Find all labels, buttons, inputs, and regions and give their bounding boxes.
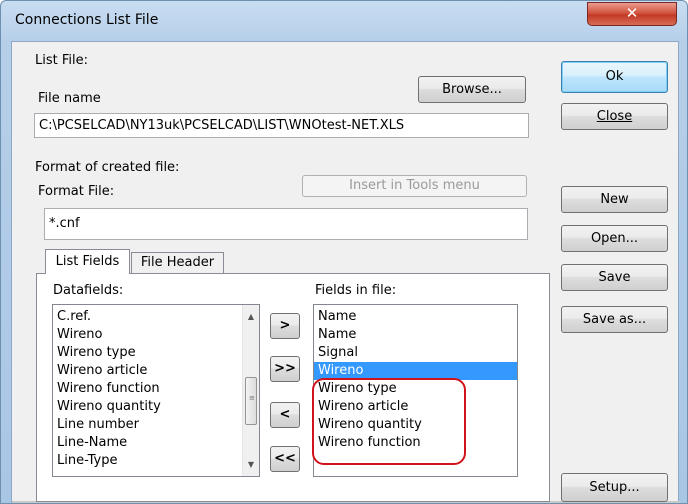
save-button[interactable]: Save xyxy=(561,264,668,291)
scroll-thumb[interactable]: ≡ xyxy=(245,377,257,425)
annotation-highlight xyxy=(312,378,466,465)
list-item[interactable]: Line-Name xyxy=(53,434,259,452)
list-file-label: List File: xyxy=(35,53,88,68)
new-button[interactable]: New xyxy=(561,186,668,213)
list-item[interactable]: Name xyxy=(314,308,517,326)
datafields-list[interactable]: C.ref. Wireno Wireno type Wireno article… xyxy=(52,304,260,477)
remove-field-button[interactable]: < xyxy=(270,402,300,428)
list-item[interactable]: Wireno function xyxy=(53,380,259,398)
list-item[interactable]: Signal xyxy=(314,344,517,362)
scroll-down-icon[interactable]: ▼ xyxy=(243,456,259,473)
close-button-label: Close xyxy=(596,109,633,124)
save-as-button[interactable]: Save as... xyxy=(561,306,668,333)
datafields-scrollbar[interactable]: ▲ ≡ ▼ xyxy=(242,305,259,476)
remove-all-fields-button[interactable]: << xyxy=(270,446,300,472)
tab-file-header[interactable]: File Header xyxy=(131,252,224,274)
open-button[interactable]: Open... xyxy=(561,225,668,252)
add-all-fields-button[interactable]: >> xyxy=(270,356,300,382)
datafields-label: Datafields: xyxy=(53,283,124,298)
close-icon: ✕ xyxy=(625,4,639,22)
ok-button[interactable]: Ok xyxy=(561,61,668,93)
close-button[interactable]: Close xyxy=(561,103,668,130)
close-window-button[interactable]: ✕ xyxy=(587,2,677,26)
format-section-label: Format of created file: xyxy=(35,160,180,175)
list-item[interactable]: Wireno article xyxy=(53,362,259,380)
browse-button[interactable]: Browse... xyxy=(418,76,526,103)
list-item[interactable]: Name xyxy=(314,326,517,344)
list-item[interactable]: Line-Type xyxy=(53,452,259,470)
scroll-up-icon[interactable]: ▲ xyxy=(243,308,259,325)
format-file-label: Format File: xyxy=(38,184,115,199)
format-file-field[interactable]: *.cnf xyxy=(44,208,528,240)
grip-icon: ≡ xyxy=(249,394,255,402)
insert-in-tools-menu-button[interactable]: Insert in Tools menu xyxy=(302,175,527,197)
setup-button[interactable]: Setup... xyxy=(561,473,668,502)
window-title: Connections List File xyxy=(15,12,159,28)
list-item[interactable]: C.ref. xyxy=(53,308,259,326)
list-item[interactable]: Wireno quantity xyxy=(53,398,259,416)
fields-in-file-label: Fields in file: xyxy=(315,283,397,298)
list-item[interactable]: Wireno xyxy=(53,326,259,344)
list-item[interactable]: Line number xyxy=(53,416,259,434)
file-name-label: File name xyxy=(38,91,101,106)
add-field-button[interactable]: > xyxy=(270,313,300,339)
file-name-field[interactable]: C:\PCSELCAD\NY13uk\PCSELCAD\LIST\WNOtest… xyxy=(34,113,529,138)
list-item[interactable]: Wireno type xyxy=(53,344,259,362)
title-bar[interactable]: Connections List File ✕ xyxy=(1,1,687,41)
tab-list-fields[interactable]: List Fields xyxy=(45,249,130,274)
